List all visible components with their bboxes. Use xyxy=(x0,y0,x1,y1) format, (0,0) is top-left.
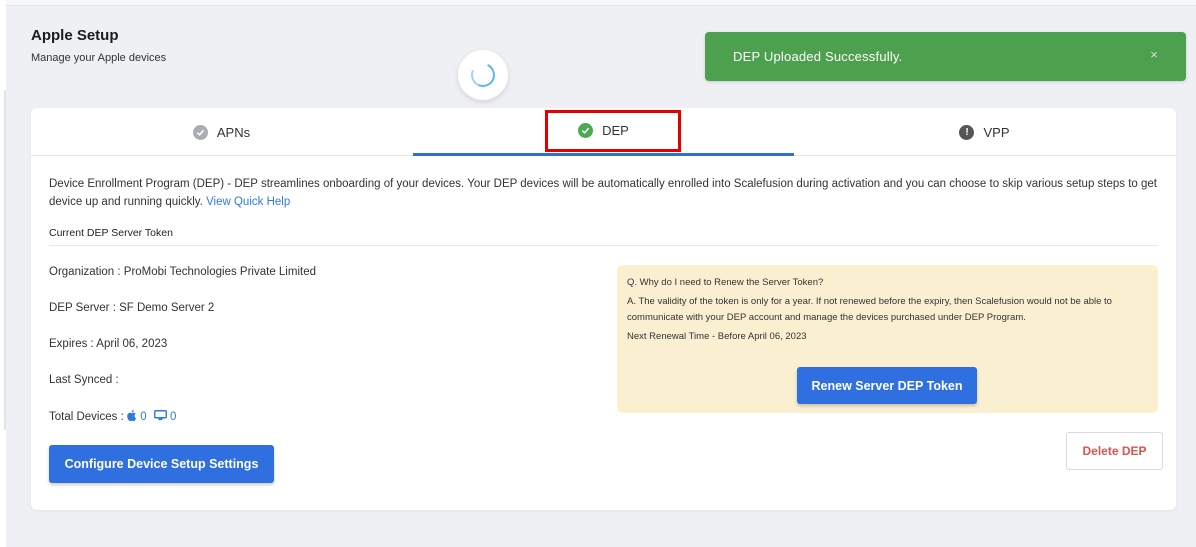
top-bar-edge xyxy=(6,0,1196,6)
faq-question: Q. Why do I need to Renew the Server Tok… xyxy=(627,277,824,288)
total-devices-label: Total Devices : xyxy=(49,411,124,423)
dep-server-info: DEP Server : SF Demo Server 2 xyxy=(49,302,215,314)
page-title: Apple Setup xyxy=(31,27,119,44)
expires-info: Expires : April 06, 2023 xyxy=(49,338,168,350)
tab-dep[interactable]: DEP xyxy=(413,108,794,156)
setup-tabs: APNs DEP ! VPP xyxy=(31,108,1176,156)
apple-device-count[interactable]: 0 xyxy=(140,411,146,423)
spinner-icon xyxy=(467,59,499,91)
monitor-icon xyxy=(153,410,167,424)
section-divider xyxy=(49,245,1158,246)
renew-server-token-button[interactable]: Renew Server DEP Token xyxy=(797,367,977,404)
mac-device-count[interactable]: 0 xyxy=(170,411,176,423)
tab-apns[interactable]: APNs xyxy=(31,108,412,156)
left-sidebar-divider xyxy=(4,90,6,430)
renew-token-faq: Q. Why do I need to Renew the Server Tok… xyxy=(617,265,1158,413)
apple-setup-card: APNs DEP ! VPP Device Enrollment Program… xyxy=(31,108,1176,510)
page-subtitle: Manage your Apple devices xyxy=(31,52,167,64)
dep-description: Device Enrollment Program (DEP) - DEP st… xyxy=(49,175,1161,211)
next-renewal-time: Next Renewal Time - Before April 06, 202… xyxy=(627,331,807,342)
view-quick-help-link[interactable]: View Quick Help xyxy=(206,196,290,208)
organization-info: Organization : ProMobi Technologies Priv… xyxy=(49,266,316,278)
total-devices-info: Total Devices : 0 0 xyxy=(49,410,176,424)
tab-apns-label: APNs xyxy=(216,124,251,140)
apple-icon xyxy=(127,410,137,424)
check-circle-icon xyxy=(578,123,594,138)
loading-spinner xyxy=(458,50,508,100)
faq-answer: A. The validity of the token is only for… xyxy=(627,296,1112,323)
exclamation-circle-icon: ! xyxy=(959,124,975,140)
check-circle-icon xyxy=(192,124,208,140)
toast-close-icon[interactable]: × xyxy=(1150,47,1158,62)
toast-message: DEP Uploaded Successfully. xyxy=(733,49,903,64)
delete-dep-button[interactable]: Delete DEP xyxy=(1066,432,1163,470)
success-toast: DEP Uploaded Successfully. × xyxy=(705,32,1186,81)
section-title: Current DEP Server Token xyxy=(49,227,173,239)
tab-vpp[interactable]: ! VPP xyxy=(794,108,1175,156)
configure-device-setup-button[interactable]: Configure Device Setup Settings xyxy=(49,445,274,483)
tab-vpp-label: VPP xyxy=(983,124,1010,140)
last-synced-info: Last Synced : xyxy=(49,374,119,386)
tab-dep-label: DEP xyxy=(602,123,629,138)
